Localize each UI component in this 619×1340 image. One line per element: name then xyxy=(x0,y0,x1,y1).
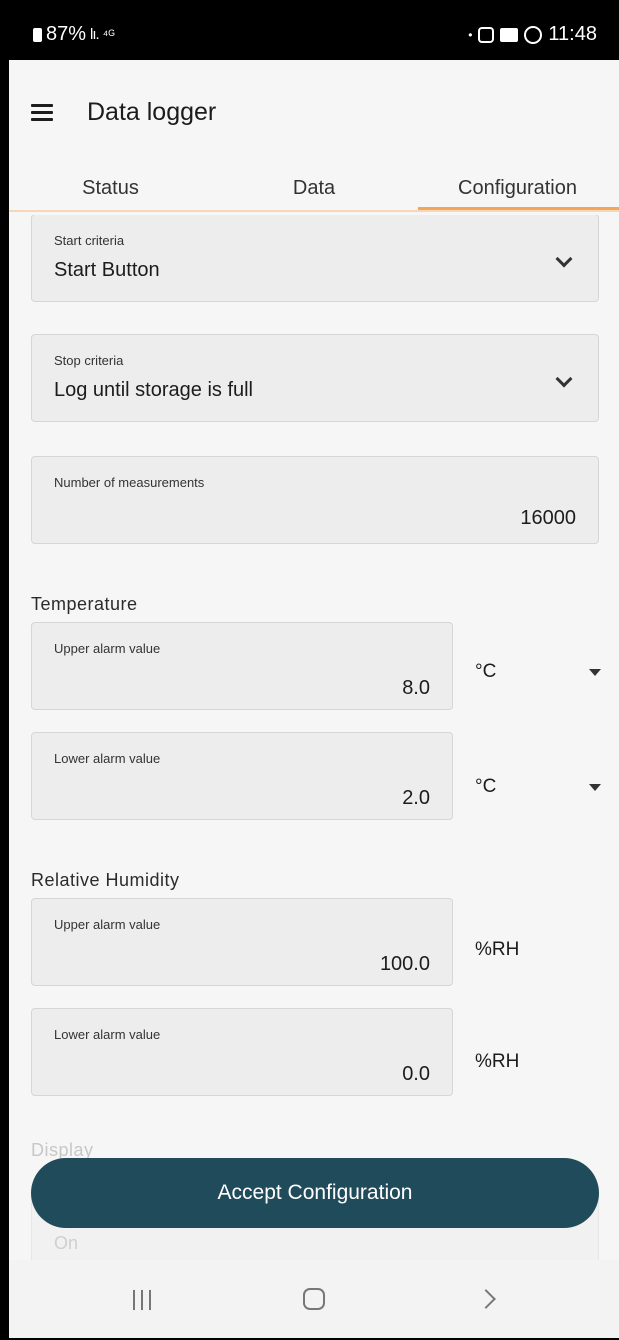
humidity-upper-field[interactable]: Upper alarm value 100.0 xyxy=(31,898,453,986)
phone-screen: 87% lı. ⁴ᴳ • 11:48 Data logger Status Da… xyxy=(9,10,619,1338)
measurements-field[interactable]: Number of measurements 16000 xyxy=(31,456,599,544)
home-icon[interactable] xyxy=(303,1288,325,1310)
back-icon[interactable] xyxy=(476,1289,496,1309)
stop-criteria-label: Stop criteria xyxy=(54,353,124,368)
active-tab-indicator xyxy=(418,207,619,210)
recents-icon[interactable] xyxy=(133,1290,151,1310)
humidity-lower-unit: %RH xyxy=(475,1051,520,1072)
humidity-upper-value: 100.0 xyxy=(379,953,430,975)
tab-data[interactable]: Data xyxy=(212,165,416,211)
signal-icon: lı. xyxy=(90,26,100,43)
start-criteria-value: Start Button xyxy=(54,259,160,281)
humidity-upper-label: Upper alarm value xyxy=(54,917,161,932)
app-bar: Data logger Status Data Configuration xyxy=(9,60,619,215)
humidity-section-title: Relative Humidity xyxy=(31,870,180,890)
configuration-form: Start criteria Start Button Stop criteri… xyxy=(9,215,619,1260)
tabs-divider xyxy=(9,210,619,212)
humidity-lower-value: 0.0 xyxy=(402,1063,430,1085)
mail-icon xyxy=(500,27,519,42)
wifi-icon: ⁴ᴳ xyxy=(102,27,115,42)
temperature-upper-label: Upper alarm value xyxy=(54,641,161,656)
page-title: Data logger xyxy=(87,98,217,126)
status-left: 87% lı. ⁴ᴳ xyxy=(33,23,115,46)
clock: 11:48 xyxy=(548,23,597,45)
measurements-label: Number of measurements xyxy=(54,475,205,490)
caret-down-icon[interactable] xyxy=(589,784,601,791)
measurements-value: 16000 xyxy=(520,507,576,529)
humidity-lower-label: Lower alarm value xyxy=(54,1027,161,1042)
tab-configuration[interactable]: Configuration xyxy=(416,165,619,211)
accept-configuration-button[interactable]: Accept Configuration xyxy=(31,1158,599,1228)
humidity-lower-field[interactable]: Lower alarm value 0.0 xyxy=(31,1008,453,1096)
battery-level: 87% xyxy=(46,23,87,45)
instagram-icon xyxy=(478,26,495,43)
battery-icon xyxy=(33,27,42,42)
temperature-upper-unit[interactable]: °C xyxy=(475,661,496,683)
whatsapp-icon xyxy=(524,25,543,44)
temperature-lower-value: 2.0 xyxy=(402,787,430,809)
start-criteria-select[interactable]: Start criteria Start Button xyxy=(31,215,599,302)
notification-dot-icon: • xyxy=(468,27,473,42)
temperature-lower-unit[interactable]: °C xyxy=(475,776,496,798)
temperature-section-title: Temperature xyxy=(31,594,138,614)
status-bar: 87% lı. ⁴ᴳ • 11:48 xyxy=(9,10,619,60)
temperature-lower-field[interactable]: Lower alarm value 2.0 xyxy=(31,732,453,820)
stop-criteria-select[interactable]: Stop criteria Log until storage is full xyxy=(31,334,599,422)
temperature-upper-value: 8.0 xyxy=(402,677,430,699)
display-value: On xyxy=(54,1233,79,1253)
chevron-down-icon xyxy=(555,250,573,268)
caret-down-icon[interactable] xyxy=(589,669,601,676)
stop-criteria-value: Log until storage is full xyxy=(54,379,254,401)
temperature-upper-field[interactable]: Upper alarm value 8.0 xyxy=(31,622,453,710)
humidity-upper-unit: %RH xyxy=(475,939,520,960)
status-right: • 11:48 xyxy=(468,23,597,46)
hamburger-menu-icon[interactable] xyxy=(31,104,53,121)
system-nav-bar xyxy=(9,1260,619,1338)
chevron-down-icon xyxy=(555,370,573,388)
tab-status[interactable]: Status xyxy=(9,165,212,211)
start-criteria-label: Start criteria xyxy=(54,233,125,248)
temperature-lower-label: Lower alarm value xyxy=(54,751,161,766)
